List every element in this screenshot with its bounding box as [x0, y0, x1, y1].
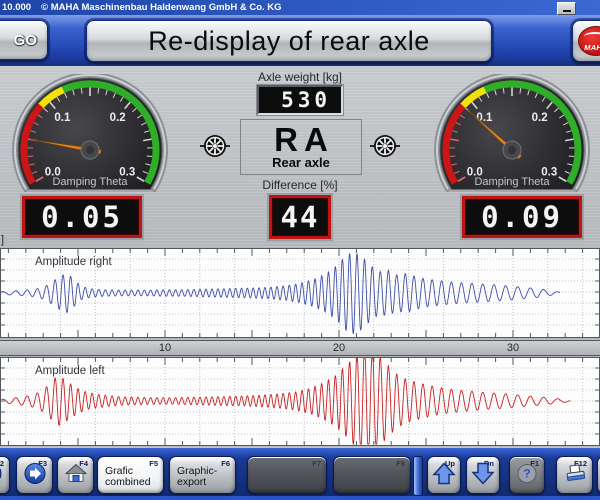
minimize-icon [563, 10, 571, 12]
svg-text:0.1: 0.1 [54, 112, 71, 124]
wheel-icon-left [200, 133, 230, 159]
svg-text:?: ? [523, 467, 530, 481]
toolbar-separator [413, 456, 423, 496]
go-button[interactable]: GO [0, 20, 48, 60]
x-axis-label: 20 [333, 342, 345, 354]
f6-button-graphic-export[interactable]: F6 Graphic-export [169, 456, 236, 494]
maha-logo-text: MAHA [584, 43, 600, 52]
damping-right-display: 0.09 [462, 196, 582, 238]
f6-button-label: Graphic-export [177, 466, 217, 487]
home-icon [65, 463, 87, 490]
f8-button-disabled: F8 [333, 456, 411, 494]
axle-name: Rear axle [272, 156, 330, 170]
previous-icon [0, 463, 2, 490]
f6-key-label: F6 [221, 459, 230, 468]
f1-help-button-disabled: F1 ? [509, 456, 545, 494]
next-arrow-icon [24, 463, 46, 490]
y-axis-unit-fragment: ] [1, 234, 4, 246]
svg-text:Damping Theta: Damping Theta [52, 176, 128, 188]
page-title-plate: Re-display of rear axle [86, 20, 492, 62]
main-panel: 0.00.10.20.3Damping Theta 0.00.10.20.3Da… [0, 66, 600, 448]
f12-print-button[interactable]: F12 [556, 456, 593, 494]
f2-button[interactable]: F2 [0, 456, 10, 494]
minimize-button[interactable] [557, 2, 576, 15]
damping-left-display: 0.05 [22, 196, 142, 238]
header-band: GO Re-display of rear axle MAHA [0, 15, 600, 67]
function-key-toolbar: F2 F3 F4 F5 Graficcombined F6 [0, 448, 600, 500]
wheel-icon-right [370, 133, 400, 159]
damping-gauge-right: 0.00.10.20.3Damping Theta [432, 74, 592, 194]
svg-text:0.1: 0.1 [476, 112, 493, 124]
f4-button[interactable]: F4 [57, 456, 94, 494]
time-axis: 0102030 [0, 340, 600, 356]
page-title: Re-display of rear axle [148, 26, 430, 57]
svg-text:0.2: 0.2 [110, 112, 126, 124]
f7-key-label: F7 [312, 459, 321, 468]
f8-key-label: F8 [396, 459, 405, 468]
svg-text:0.2: 0.2 [532, 112, 548, 124]
x-axis-label: 10 [159, 342, 171, 354]
axle-indicator-box: RA Rear axle [240, 119, 362, 175]
arrow-up-icon [432, 462, 456, 491]
go-button-label: GO [14, 32, 37, 49]
window-titlebar: 10.000 © MAHA Maschinenbau Haldenwang Gm… [0, 0, 600, 15]
difference-label: Difference [%] [220, 178, 380, 192]
amplitude-right-title: Amplitude right [35, 256, 112, 268]
f3-button[interactable]: F3 [16, 456, 53, 494]
maha-logo-button[interactable]: MAHA [572, 20, 600, 62]
maha-logo-icon: MAHA [578, 26, 600, 56]
f5-button-grafic-combined[interactable]: F5 Graficcombined [97, 456, 164, 494]
help-icon: ? [516, 463, 538, 490]
damping-gauge-left: 0.00.10.20.3Damping Theta [10, 74, 170, 194]
print-icon [563, 463, 587, 490]
axle-weight-label: Axle weight [kg] [220, 70, 380, 84]
maha-test-window: 10.000 © MAHA Maschinenbau Haldenwang Gm… [0, 0, 600, 500]
axle-weight-display: 530 [257, 85, 343, 115]
f5-key-label: F5 [149, 459, 158, 468]
x-axis-label: 30 [507, 342, 519, 354]
f5-button-label: Graficcombined [105, 466, 151, 487]
down-button[interactable]: Dn [466, 456, 500, 494]
up-button[interactable]: Up [427, 456, 461, 494]
app-version: 10.000 [2, 2, 31, 13]
arrow-down-icon [471, 462, 495, 491]
difference-display: 44 [269, 195, 331, 239]
copyright-text: © MAHA Maschinenbau Haldenwang GmbH & Co… [41, 2, 281, 13]
axle-code: RA [274, 124, 334, 156]
f7-button-disabled: F7 [247, 456, 327, 494]
amplitude-left-title: Amplitude left [35, 365, 105, 377]
svg-text:Damping Theta: Damping Theta [474, 176, 550, 188]
